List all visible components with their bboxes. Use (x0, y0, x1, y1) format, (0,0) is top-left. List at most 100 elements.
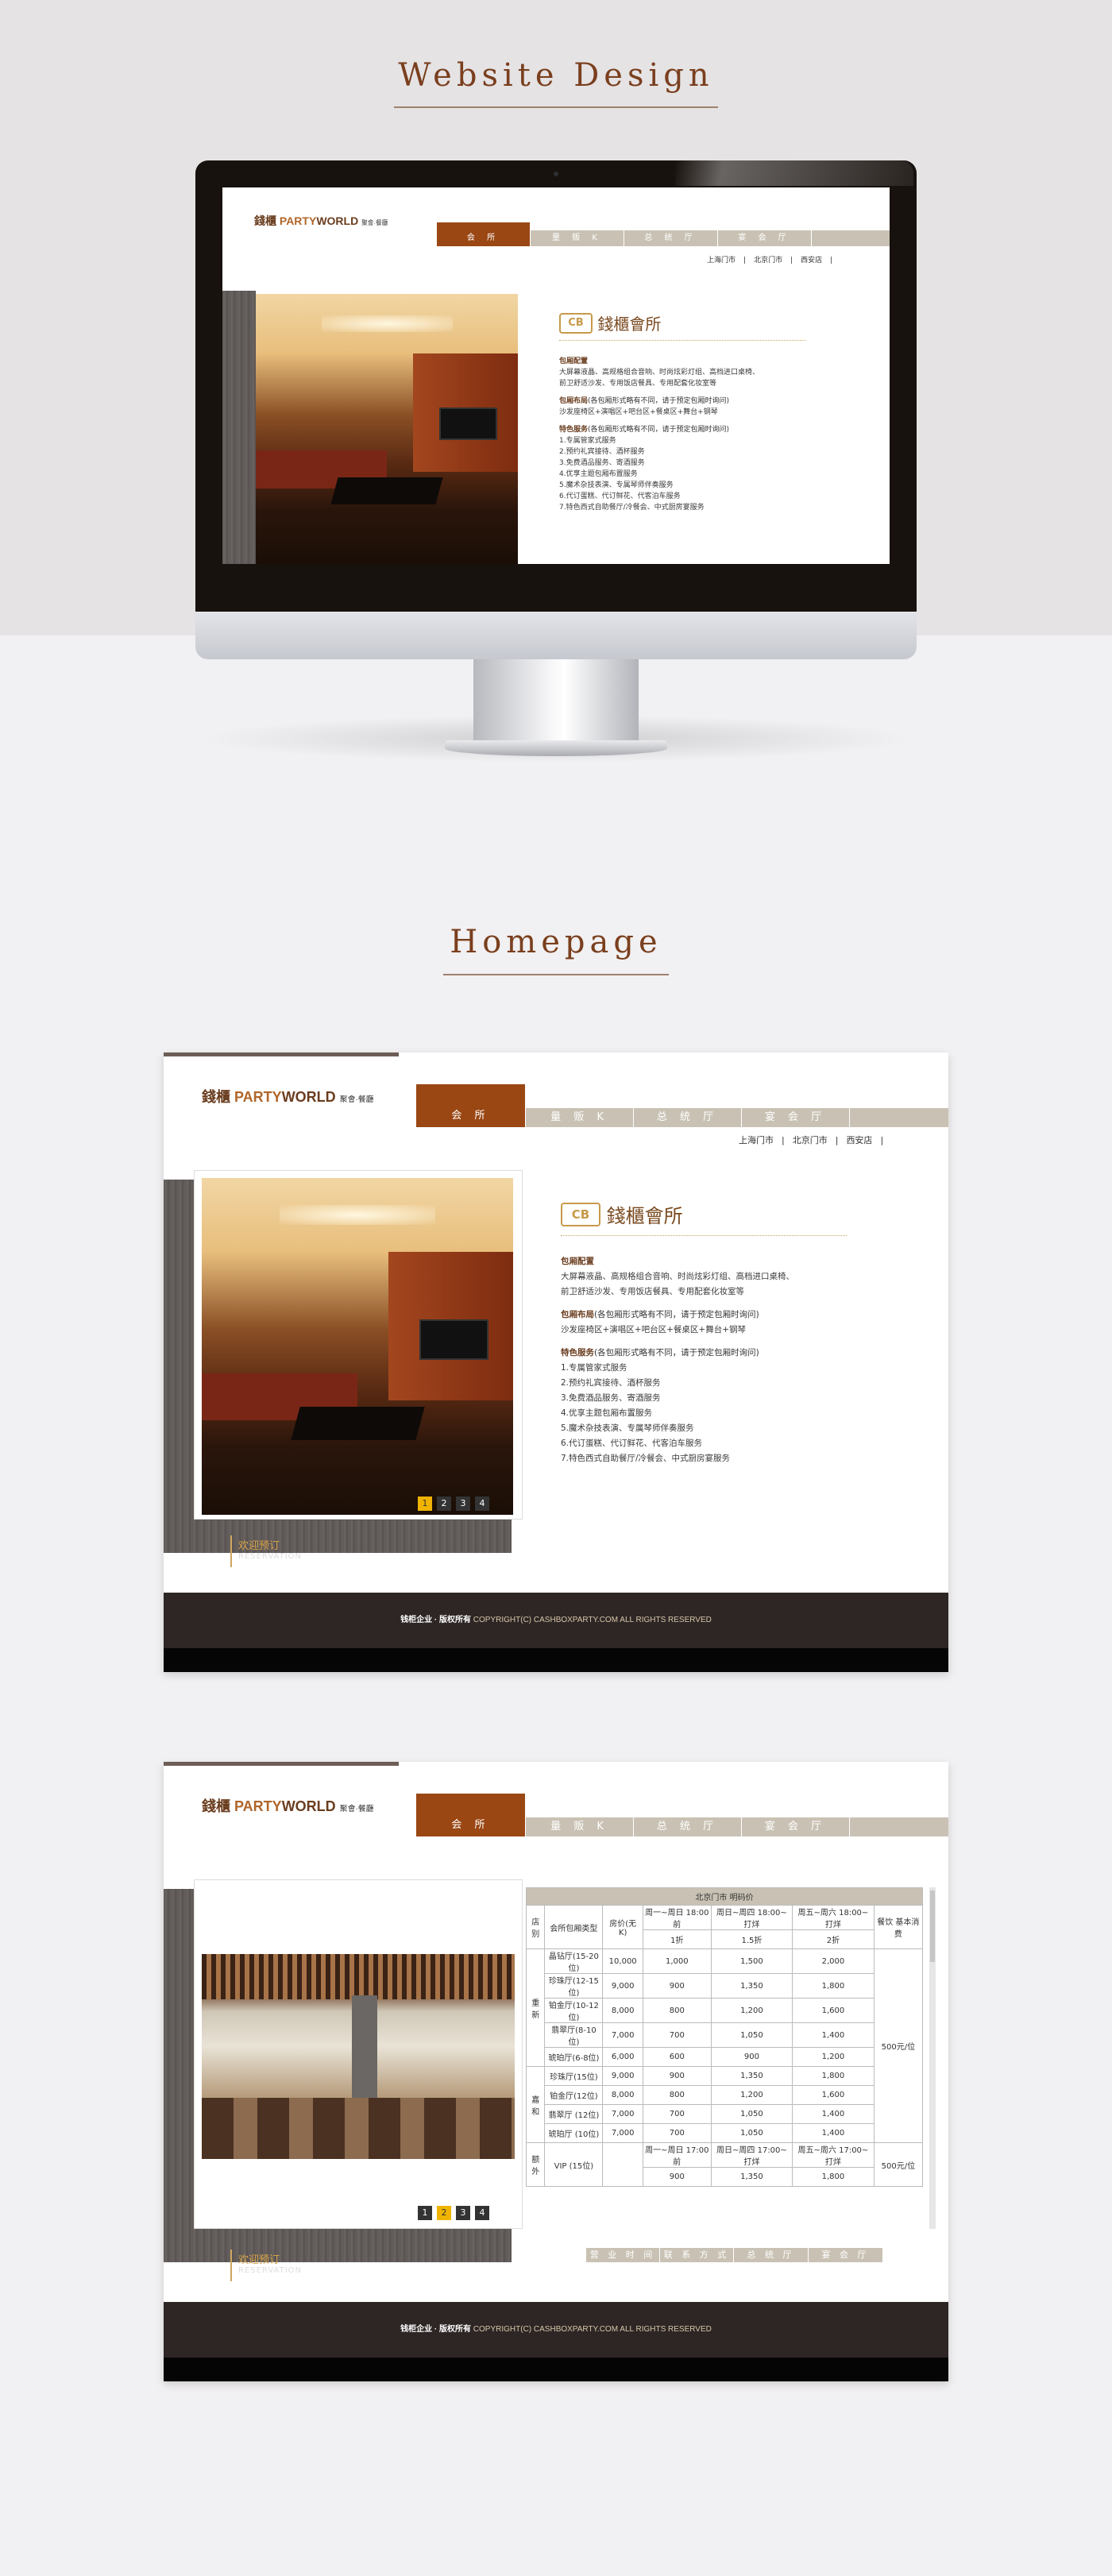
cell: 700 (642, 2123, 712, 2143)
nav-club[interactable]: 会 所 (437, 222, 531, 246)
reservation-accent (230, 2250, 232, 2281)
store-xian[interactable]: 西安店 (801, 257, 822, 265)
reservation-accent (230, 1535, 232, 1567)
table-row: 琥珀厅 (10位) 7,000 700 1,050 1,400 (527, 2123, 923, 2143)
cell: 1,050 (710, 2104, 793, 2124)
nav-ktv[interactable]: 量 贩 K (531, 230, 624, 246)
reservation-link[interactable]: 欢迎预订 RESERVATION (238, 1537, 302, 1561)
club-logo: CB 錢櫃會所 (559, 311, 661, 334)
monitor-stand (473, 659, 639, 747)
table-row: 重新 晶钻厅(15-20位) 10,000 1,000 1,500 2,000 500元… (525, 1948, 924, 2143)
pager-2[interactable]: 2 (437, 1497, 451, 1511)
cell: 铂金厅(12位) (544, 2085, 604, 2105)
sub-d3: 2折 (792, 1929, 875, 1949)
nav-ktv[interactable]: 量 贩 K (526, 1108, 634, 1127)
cell: 700 (642, 2104, 712, 2124)
cell: 1,350 (710, 1973, 793, 1999)
col-min: 餐饮 基本消费 (873, 1905, 924, 1949)
cell: 8,000 (602, 1998, 643, 2023)
cell: VIP (15位) (544, 2142, 604, 2187)
cell: 琥珀厅 (10位) (544, 2123, 604, 2143)
divider (559, 340, 805, 341)
store-links: 上海门市 | 北京门市 | 西安店 | (739, 1135, 884, 1145)
title-underline (394, 106, 718, 108)
site-preview-small: 錢櫃 PARTYWORLD 聚會·餐廳 会 所 量 贩 K 总 统 厅 宴 会 … (222, 187, 890, 564)
table-row: 铂金厅(12位) 8,000 800 1,200 1,600 (527, 2085, 923, 2105)
cell: 8,000 (602, 2085, 643, 2105)
pager-3[interactable]: 3 (456, 1497, 470, 1511)
pager-4[interactable]: 4 (475, 1497, 489, 1511)
site-logo[interactable]: 錢櫃 PARTYWORLD 聚會·餐廳 (202, 1795, 373, 1816)
cell: 周一~周日 17:00前 (642, 2142, 712, 2168)
col-price: 房价(无 K) (602, 1905, 643, 1949)
nav-ktv[interactable]: 量 贩 K (526, 1817, 634, 1836)
col-store: 店别 (525, 1905, 546, 1949)
monitor-glare (675, 160, 913, 186)
homepage-mockup-club: 錢櫃 PARTYWORLD 聚會·餐廳 会 所 量 贩 K 总 统 厅 宴 会 … (164, 1052, 948, 1672)
col-t2: 周日~周四 18:00~打烊 (710, 1905, 793, 1930)
nav-president[interactable]: 总 统 厅 (634, 1817, 742, 1836)
table-row: 铂金厅(10-12位) 8,000 800 1,200 1,600 (527, 1998, 923, 2023)
store-cell: 重新 (525, 1948, 546, 2067)
cell: 琥珀厅(6-8位) (544, 2047, 604, 2067)
nav-club[interactable]: 会 所 (416, 1084, 526, 1127)
store-shanghai[interactable]: 上海门市 (739, 1135, 774, 1145)
nav-president[interactable]: 总 统 厅 (634, 1108, 742, 1127)
monitor-foot (445, 740, 667, 756)
pager-4[interactable]: 4 (475, 2206, 489, 2220)
store-cell: 嘉和 (525, 2066, 546, 2143)
table-row: 珍珠厅(12-15位) 9,000 900 1,350 1,800 (527, 1973, 923, 1999)
price-table: 北京门市 明码价 店别 会所包厢类型 房价(无 K) 周一~周日 18:00前 … (525, 1887, 924, 2187)
sub-nav: 营 业 时 间 联 系 方 式 总 统 厅 宴 会 厅 (586, 2248, 883, 2262)
subnav-contact[interactable]: 联 系 方 式 (660, 2248, 734, 2262)
store-xian[interactable]: 西安店 (846, 1135, 872, 1145)
cell: 1,600 (792, 1998, 875, 2023)
cell: 1,400 (792, 2123, 875, 2143)
nav-banquet[interactable]: 宴 会 厅 (718, 230, 812, 246)
pager-3[interactable]: 3 (456, 2206, 470, 2220)
cell: 周日~周四 17:00~打烊 (710, 2142, 793, 2168)
cell: 1,200 (710, 1998, 793, 2023)
table-row: 额外 VIP (15位) 周一~周日 17:00前 周日~周四 17:00~打烊… (525, 2142, 924, 2187)
cell: 7,000 (602, 2022, 643, 2048)
divider (561, 1235, 847, 1236)
nav-club[interactable]: 会 所 (416, 1794, 526, 1836)
main-nav: 会 所 量 贩 K 总 统 厅 宴 会 厅 (416, 1794, 948, 1836)
cell: 1,600 (792, 2085, 875, 2105)
cell: 900 (710, 2047, 793, 2067)
reservation-link[interactable]: 欢迎预订 RESERVATION (238, 2251, 302, 2275)
nav-banquet[interactable]: 宴 会 厅 (742, 1817, 850, 1836)
cell: 1,350 (710, 2066, 793, 2086)
subnav-hours[interactable]: 营 业 时 间 (586, 2248, 660, 2262)
cell: 800 (642, 2085, 712, 2105)
nav-banquet[interactable]: 宴 会 厅 (742, 1108, 850, 1127)
store-beijing[interactable]: 北京门市 (754, 257, 782, 265)
table-row: 翡翠厅 (12位) 7,000 700 1,050 1,400 (527, 2104, 923, 2124)
store-shanghai[interactable]: 上海门市 (707, 257, 736, 265)
subnav-banquet[interactable]: 宴 会 厅 (809, 2248, 883, 2262)
pager-1[interactable]: 1 (418, 2206, 432, 2220)
store-beijing[interactable]: 北京门市 (793, 1135, 828, 1145)
cell: 1,400 (792, 2104, 875, 2124)
cell: 1,200 (710, 2085, 793, 2105)
subnav-president[interactable]: 总 统 厅 (734, 2248, 809, 2262)
wood-column (222, 291, 256, 564)
table-scrollbar[interactable] (929, 1887, 936, 2229)
homepage-title: Homepage (450, 924, 662, 960)
site-logo[interactable]: 錢櫃 PARTYWORLD 聚會·餐廳 (254, 213, 388, 229)
cell: 1,800 (792, 2066, 875, 2086)
table-row: 琥珀厅(6-8位) 6,000 600 900 1,200 (527, 2047, 923, 2067)
nav-president[interactable]: 总 统 厅 (624, 230, 718, 246)
homepage-mockup-prices: 錢櫃 PARTYWORLD 聚會·餐廳 会 所 量 贩 K 总 统 厅 宴 会 … (164, 1762, 948, 2381)
site-logo[interactable]: 錢櫃 PARTYWORLD 聚會·餐廳 (202, 1086, 373, 1106)
min-spend-cell: 500元/位 (873, 2142, 924, 2187)
pager-1[interactable]: 1 (418, 1497, 432, 1511)
cell: 9,000 (602, 1973, 643, 1999)
store-links: 上海门市 | 北京门市 | 西安店 | (707, 257, 833, 265)
top-accent-bar (164, 1762, 399, 1766)
pager-2[interactable]: 2 (437, 2206, 451, 2220)
cell: 珍珠厅(15位) (544, 2066, 604, 2086)
cell: 900 (642, 1973, 712, 1999)
cell: 7,000 (602, 2123, 643, 2143)
cell: 800 (642, 1998, 712, 2023)
